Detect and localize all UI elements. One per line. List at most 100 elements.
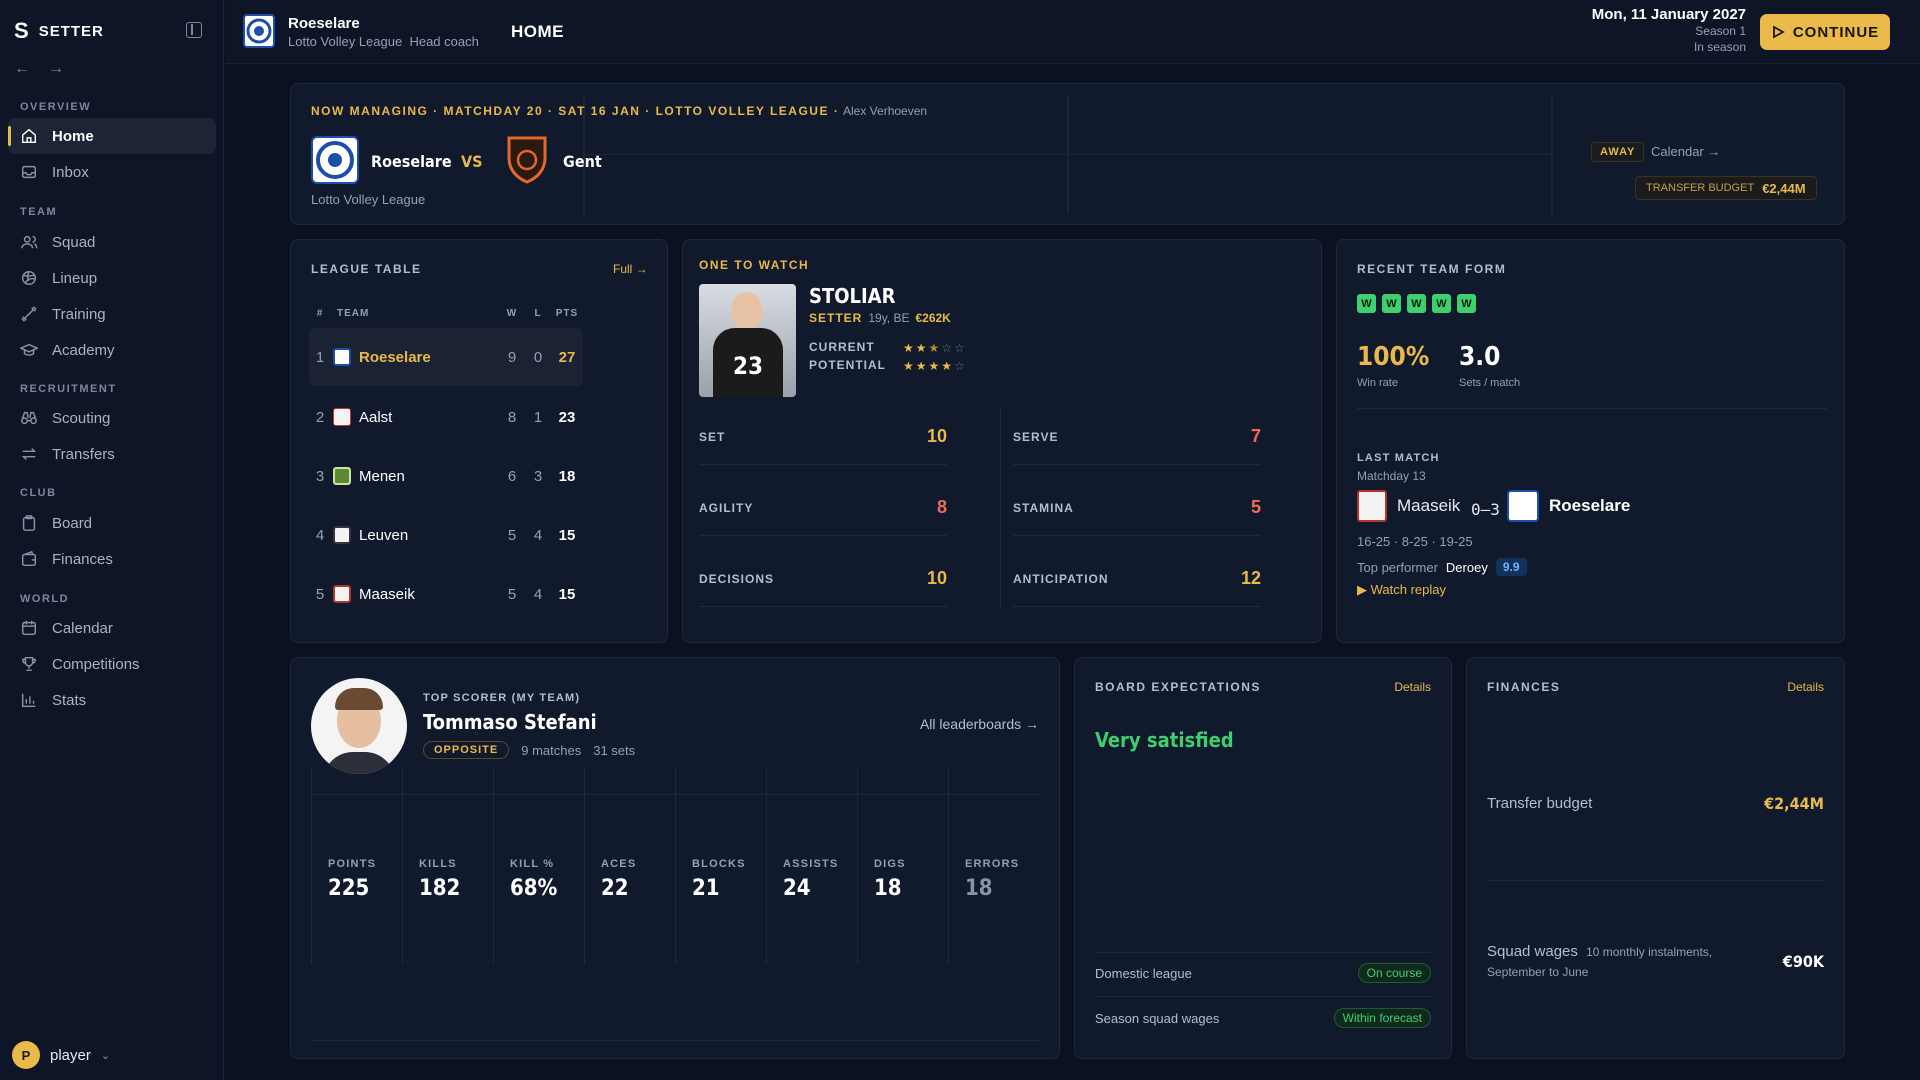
board-status: Very satisfied [1095, 728, 1234, 752]
stat-label: DIGS [874, 858, 906, 870]
forward-arrow-icon[interactable]: → [48, 60, 64, 78]
sidebar-item-scouting[interactable]: Scouting [8, 400, 216, 436]
last-home-team: Maaseik [1397, 496, 1461, 515]
top-performer: Top performer Deroey 9.9 [1357, 558, 1527, 576]
all-leaderboards-link[interactable]: All leaderboards → [920, 716, 1039, 732]
header-l: L [534, 308, 542, 319]
stat-label: ASSISTS [783, 858, 839, 870]
sidebar-item-calendar[interactable]: Calendar [8, 610, 216, 646]
collapse-sidebar-icon[interactable] [186, 22, 202, 38]
jersey-number: 23 [733, 352, 764, 380]
current-label: CURRENT [809, 340, 875, 354]
player-photo[interactable]: 23 [699, 284, 796, 397]
user-menu[interactable]: P player ⌄ [12, 1041, 110, 1069]
stat-kill-pct: KILL % 68% [493, 768, 567, 964]
scorer-name[interactable]: Tommaso Stefani [423, 710, 597, 734]
brand-logo-icon: S [14, 18, 29, 43]
top-performer-name: Deroey [1445, 559, 1488, 575]
section-club: CLUB [20, 487, 57, 499]
player-name[interactable]: STOLIAR [809, 284, 895, 308]
sidebar-item-label: Calendar [52, 619, 113, 637]
scorer-hair [335, 688, 383, 710]
scorer-avatar[interactable] [311, 678, 407, 774]
full-table-link[interactable]: Full → [613, 262, 648, 276]
avatar: P [12, 1041, 40, 1069]
table-row[interactable]: 5 Maaseik 5 4 15 [309, 565, 583, 623]
sidebar-item-competitions[interactable]: Competitions [8, 646, 216, 682]
table-row[interactable]: 2 Aalst 8 1 23 [309, 388, 583, 446]
win-rate-label: Win rate [1357, 377, 1398, 389]
roeselare-crest-icon [1507, 490, 1539, 522]
sidebar-item-academy[interactable]: Academy [8, 332, 216, 368]
home-team-name[interactable]: Roeselare [371, 152, 452, 171]
star-icon: ☆ [954, 341, 965, 355]
board-details-link[interactable]: Details [1394, 680, 1431, 694]
sidebar-item-label: Lineup [52, 269, 98, 287]
sidebar-item-finances[interactable]: Finances [8, 541, 216, 577]
table-row[interactable]: 1 Roeselare 9 0 27 [309, 328, 583, 386]
transfer-budget-label: TRANSFER BUDGET [1646, 182, 1755, 194]
stat-value: 18 [874, 876, 902, 901]
table-row[interactable]: 3 Menen 6 3 18 [309, 447, 583, 505]
user-name: player [50, 1046, 91, 1064]
sidebar-item-label: Stats [52, 691, 87, 709]
sidebar-item-home[interactable]: Home [8, 118, 216, 154]
sidebar-item-inbox[interactable]: Inbox [8, 154, 216, 190]
row-w: 6 [507, 467, 517, 485]
attribute-label: AGILITY [699, 500, 754, 515]
stat-label: BLOCKS [692, 858, 746, 870]
continue-button[interactable]: CONTINUE [1760, 14, 1890, 50]
form-result: W [1457, 294, 1476, 313]
star-icon: ★ [903, 359, 914, 373]
last-away-team: Roeselare [1549, 496, 1631, 515]
clipboard-icon [22, 515, 36, 531]
scorer-matches: 9 matches [521, 742, 582, 758]
sidebar-item-squad[interactable]: Squad [8, 224, 216, 260]
board-row-label: Domestic league [1095, 966, 1192, 981]
top-scorer-card: TOP SCORER (MY TEAM) Tommaso Stefani OPP… [290, 657, 1060, 1059]
stat-assists: ASSISTS 24 [766, 768, 840, 964]
home-crest-icon [311, 136, 359, 184]
row-pos: 2 [315, 408, 325, 426]
brand-name: SETTER [38, 22, 104, 40]
sidebar-item-transfers[interactable]: Transfers [8, 436, 216, 472]
transfer-budget-label: Transfer budget [1487, 795, 1593, 812]
row-pts: 27 [558, 348, 576, 366]
row-w: 8 [507, 408, 517, 426]
row-l: 3 [533, 467, 543, 485]
header-w: W [506, 308, 518, 319]
trophy-icon [21, 656, 37, 672]
finances-details-link[interactable]: Details [1787, 680, 1824, 694]
calendar-link[interactable]: Calendar → [1651, 144, 1720, 159]
row-l: 0 [533, 348, 543, 366]
row-team: Leuven [359, 526, 409, 544]
away-team-name[interactable]: Gent [563, 152, 602, 171]
row-w: 9 [507, 348, 517, 366]
sidebar-item-label: Board [52, 514, 93, 532]
top-performer-rating: 9.9 [1495, 558, 1527, 576]
stat-value: 225 [328, 876, 370, 901]
attribute-label: SERVE [1013, 429, 1059, 444]
watch-replay-link[interactable]: ▶ Watch replay [1357, 582, 1446, 598]
attribute-decisions: DECISIONS 10 [699, 551, 947, 607]
sets-per-match-label: Sets / match [1459, 377, 1521, 389]
current-stars: ★ ★ ★ ☆ ☆ [903, 339, 967, 357]
sidebar-item-stats[interactable]: Stats [8, 682, 216, 718]
row-pos: 5 [315, 585, 325, 603]
set-scores: 16-25 · 8-25 · 19-25 [1357, 534, 1473, 549]
star-icon: ★ [915, 341, 927, 355]
club-league: Lotto Volley League [288, 34, 403, 49]
season-state: In season [1693, 40, 1746, 54]
sidebar-item-board[interactable]: Board [8, 505, 216, 541]
one-to-watch-title: ONE TO WATCH [699, 258, 810, 272]
table-header: # TEAM W L PTS [309, 308, 583, 319]
attribute-value: 10 [926, 568, 947, 588]
graduation-cap-icon [20, 343, 38, 356]
star-icon: ★ [928, 359, 940, 373]
divider [1095, 952, 1431, 953]
sidebar-item-training[interactable]: Training [8, 296, 216, 332]
sidebar-item-lineup[interactable]: Lineup [8, 260, 216, 296]
back-arrow-icon[interactable]: ← [14, 60, 30, 78]
stat-value: 68% [510, 876, 558, 901]
table-row[interactable]: 4 Leuven 5 4 15 [309, 506, 583, 564]
